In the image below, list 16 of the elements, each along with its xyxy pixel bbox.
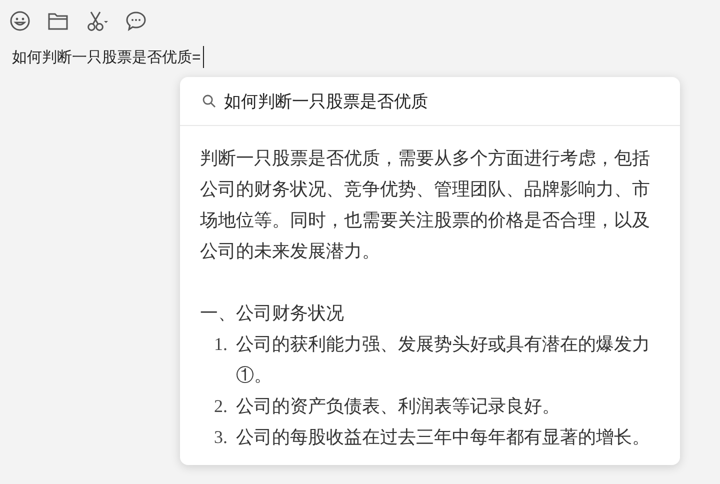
scissors-icon[interactable] <box>85 10 109 32</box>
text-cursor <box>202 46 204 68</box>
list-item-text: 公司的获利能力强、发展势头好或具有潜在的爆发力①。 <box>236 333 651 387</box>
input-field[interactable]: 如何判断一只股票是否优质= <box>12 48 201 66</box>
list-item-text: 公司的资产负债表、利润表等记录良好。 <box>236 395 561 418</box>
answer-paragraph: 判断一只股票是否优质，需要从多个方面进行考虑，包括公司的财务状况、竞争优势、管理团队、品牌影响力、市场地位等。同时，也需要关注股票的价格是否合理，以及公司的未来发展潜力。 <box>200 147 651 263</box>
folder-icon[interactable] <box>47 11 69 31</box>
list-number: 2. <box>214 395 228 418</box>
emoji-icon[interactable] <box>9 10 31 32</box>
list-item-text: 公司的每股收益在过去三年中每年都有显著的增长。 <box>236 426 651 449</box>
search-query[interactable]: 如何判断一只股票是否优质 <box>224 90 428 112</box>
list-number: 1. <box>214 333 228 356</box>
chat-icon[interactable] <box>125 10 147 32</box>
list-number: 3. <box>214 426 228 449</box>
search-icon <box>202 94 216 108</box>
section-heading: 一、公司财务状况 <box>200 302 345 325</box>
